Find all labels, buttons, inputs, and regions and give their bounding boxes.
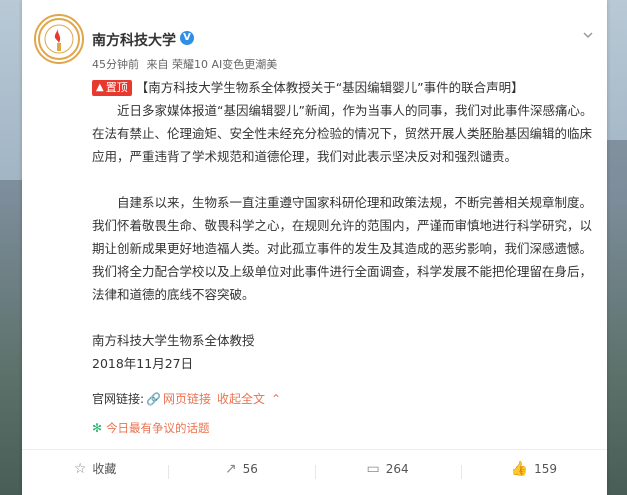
user-name[interactable]: 南方科技大学 xyxy=(92,30,176,50)
post-date: 2018年11月27日 xyxy=(92,356,194,371)
university-logo-icon xyxy=(38,18,80,60)
pin-badge: ▲ 置顶 xyxy=(92,79,132,96)
post-content: ▲ 置顶 【南方科技大学生物系全体教授关于“基因编辑婴儿”事件的联合声明】 近日… xyxy=(92,76,597,440)
like-button[interactable]: 👍 159 xyxy=(460,460,607,479)
topic-row[interactable]: ✻ 今日最有争议的话题 xyxy=(92,417,597,440)
chevron-down-icon[interactable] xyxy=(583,30,593,40)
share-icon: ↗ xyxy=(224,460,237,477)
chevron-up-icon[interactable]: ⌃ xyxy=(271,388,281,411)
pin-label: 置顶 xyxy=(105,80,128,94)
like-count: 159 xyxy=(534,461,558,476)
avatar[interactable] xyxy=(34,14,84,64)
signature: 南方科技大学生物系全体教授 xyxy=(92,333,255,348)
post-title-line: ▲ 置顶 【南方科技大学生物系全体教授关于“基因编辑婴儿”事件的联合声明】 xyxy=(92,76,597,99)
link-icon: 🔗 xyxy=(146,392,161,406)
post-time[interactable]: 45分钟前 xyxy=(92,58,139,71)
topic-text[interactable]: 今日最有争议的话题 xyxy=(106,417,210,440)
topic-icon: ✻ xyxy=(92,421,103,435)
web-link[interactable]: 网页链接 xyxy=(163,388,211,411)
share-count: 56 xyxy=(242,461,258,476)
post-header: 南方科技大学 V 45分钟前 来自 荣耀10 AI变色更潮美 xyxy=(22,0,607,75)
pin-icon: ▲ xyxy=(96,81,104,93)
verified-icon: V xyxy=(180,31,194,45)
comment-count: 264 xyxy=(385,461,409,476)
links-row: 官网链接: 🔗 网页链接 收起全文 ⌃ xyxy=(92,388,597,411)
comment-button[interactable]: ▭ 264 xyxy=(314,460,461,479)
paragraph-1: 近日多家媒体报道“基因编辑婴儿”新闻，作为当事人的同事，我们对此事件深感痛心。在… xyxy=(92,103,593,164)
thumbs-up-icon: 👍 xyxy=(510,460,529,477)
favorite-button[interactable]: ☆ 收藏 xyxy=(22,460,168,477)
favorite-label: 收藏 xyxy=(92,462,117,476)
post-source[interactable]: 来自 荣耀10 AI变色更潮美 xyxy=(147,58,278,71)
star-icon: ☆ xyxy=(73,460,87,477)
comment-icon: ▭ xyxy=(366,460,380,477)
weibo-post-card: 南方科技大学 V 45分钟前 来自 荣耀10 AI变色更潮美 ▲ 置顶 【南方科… xyxy=(22,0,607,495)
paragraph-2: 自建系以来，生物系一直注重遵守国家科研伦理和政策法规，不断完善相关规章制度。我们… xyxy=(92,195,593,302)
collapse-button[interactable]: 收起全文 xyxy=(217,388,265,411)
links-label: 官网链接: xyxy=(92,392,145,406)
post-toolbar: ☆ 收藏 ↗ 56 ▭ 264 👍 159 xyxy=(22,449,607,487)
share-button[interactable]: ↗ 56 xyxy=(168,460,314,479)
post-meta: 45分钟前 来自 荣耀10 AI变色更潮美 xyxy=(92,56,281,72)
post-title: 【南方科技大学生物系全体教授关于“基因编辑婴儿”事件的联合声明】 xyxy=(135,80,524,95)
